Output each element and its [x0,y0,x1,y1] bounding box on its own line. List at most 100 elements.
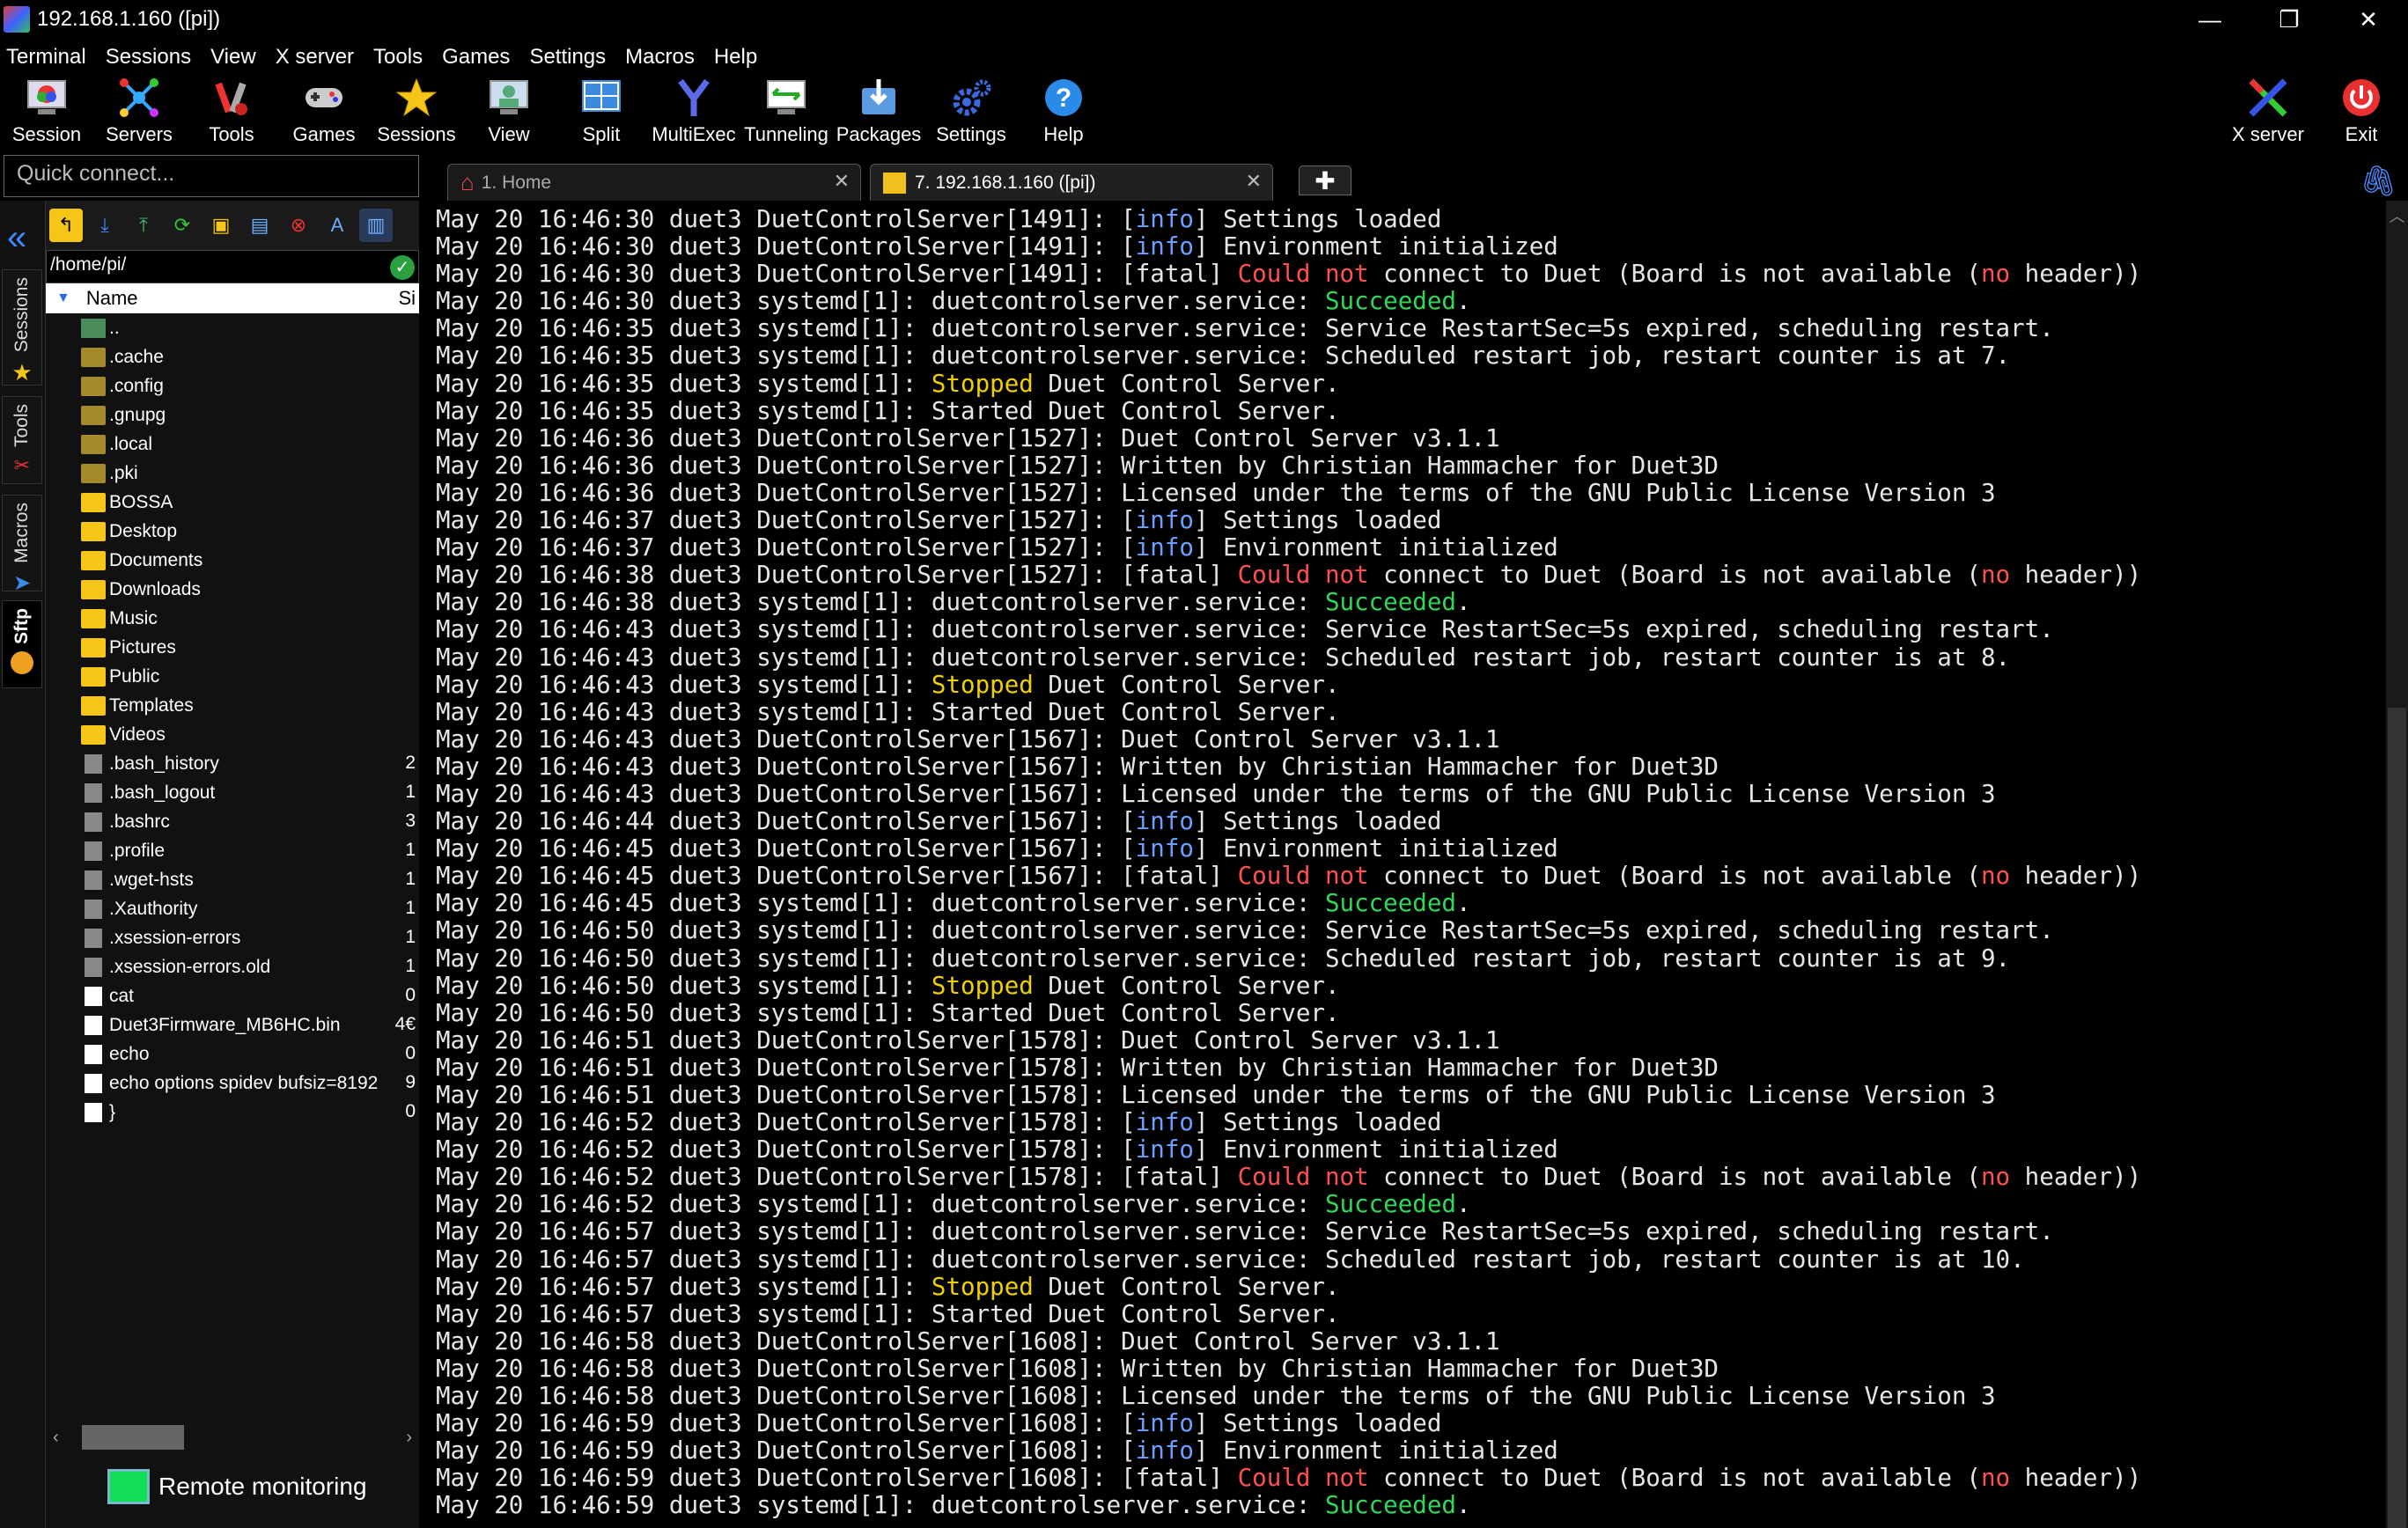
file-list-hscrollbar[interactable]: ‹ › [53,1424,412,1451]
scroll-up-icon[interactable]: ︿ [2386,204,2408,227]
file-row[interactable]: Duet3Firmware_MB6HC.bin 4€ [46,1010,419,1039]
multiexec-button[interactable]: MultiExec [650,76,738,151]
folder-icon [81,724,106,745]
file-row[interactable]: .gnupg [46,400,419,430]
tools-button[interactable]: Tools [188,76,276,151]
file-row[interactable]: .xsession-errors 1 [46,923,419,952]
file-row[interactable]: .bashrc 3 [46,807,419,836]
help-button[interactable]: ? Help [1020,76,1108,151]
file-row[interactable]: .local [46,430,419,459]
session-button[interactable]: Session [3,76,91,151]
file-row[interactable]: .xsession-errors.old 1 [46,952,419,981]
file-row[interactable]: Documents [46,546,419,575]
file-row[interactable]: Desktop [46,517,419,546]
terminal-segment: info [1135,205,1194,233]
file-row[interactable]: .pki [46,459,419,488]
hscroll-thumb[interactable] [81,1425,184,1450]
menu-xserver[interactable]: X server [269,45,360,70]
file-icon [85,899,102,919]
view-mode-icon[interactable]: ▥ [359,209,393,242]
download-icon[interactable]: ⤓ [88,209,122,242]
remote-monitoring-button[interactable]: Remote monitoring [107,1465,367,1509]
split-button[interactable]: Split [557,76,645,151]
file-row[interactable]: Public [46,662,419,691]
minimize-button[interactable]: — [2170,0,2250,39]
file-row[interactable]: echo options spidev bufsiz=8192 9 [46,1069,419,1098]
folder-icon [81,463,106,483]
scroll-left-icon[interactable]: ‹ [53,1428,59,1448]
scroll-right-icon[interactable]: › [406,1428,412,1448]
file-row[interactable]: Music [46,604,419,633]
delete-icon[interactable]: ⊗ [282,209,315,242]
file-row[interactable]: .config [46,371,419,400]
sftp-path-field[interactable]: /home/pi/ ✓ [46,250,419,283]
column-size[interactable]: Si [398,287,416,310]
file-row[interactable]: .Xauthority 1 [46,894,419,923]
terminal-scroll-thumb[interactable] [2388,708,2406,1528]
menu-view[interactable]: View [204,45,262,70]
terminal-scrollbar[interactable]: ︿ [2386,201,2408,1528]
parent-folder-icon[interactable]: ↰ [49,209,83,242]
paperclip-icon[interactable]: 🖇 [2360,164,2397,199]
column-name[interactable]: Name [86,287,138,310]
terminal-segment: May 20 16:46:30 duet3 DuetControlServer[… [436,260,1238,289]
packages-button[interactable]: Packages [835,76,923,151]
exit-button[interactable]: Exit [2317,76,2405,151]
menu-settings[interactable]: Settings [523,45,612,70]
side-tab-macros[interactable]: Macros ➤ [2,495,42,595]
file-row[interactable]: .cache [46,342,419,371]
menu-help[interactable]: Help [708,45,763,70]
file-row[interactable]: Downloads [46,575,419,604]
side-tab-sftp[interactable]: Sftp [2,600,42,688]
tunneling-button[interactable]: Tunneling [742,76,830,151]
file-row[interactable]: .bash_logout 1 [46,778,419,807]
restore-button[interactable]: ❐ [2250,0,2329,39]
menu-sessions[interactable]: Sessions [99,45,197,70]
tab-ssh-session[interactable]: 7. 192.168.1.160 ([pi]) ✕ [870,164,1273,201]
file-row[interactable]: } 0 [46,1098,419,1127]
new-folder-icon[interactable]: ▣ [204,209,238,242]
side-tab-sessions[interactable]: Sessions ★ [2,269,42,386]
tab-home-close-icon[interactable]: ✕ [834,170,850,193]
terminal-segment: ] Environment initialized [1193,834,1558,863]
terminal-segment: Succeeded [1324,287,1456,316]
close-button[interactable]: ✕ [2329,0,2408,39]
view-button[interactable]: View [465,76,553,151]
file-row[interactable]: Templates [46,691,419,720]
file-row[interactable]: .wget-hsts 1 [46,865,419,894]
xserver-button[interactable]: X server [2224,76,2312,151]
menu-games[interactable]: Games [436,45,516,70]
menu-terminal[interactable]: Terminal [0,45,92,70]
path-confirm-icon[interactable]: ✓ [390,255,415,280]
servers-button[interactable]: Servers [95,76,183,151]
new-file-icon[interactable]: ▤ [243,209,276,242]
rename-icon[interactable]: A [320,209,354,242]
file-row[interactable]: BOSSA [46,488,419,517]
file-row[interactable]: Pictures [46,633,419,662]
file-row[interactable]: Videos [46,720,419,749]
terminal-segment: no [1981,1464,2011,1493]
refresh-icon[interactable]: ⟳ [166,209,199,242]
terminal-segment: info [1135,1135,1194,1164]
sessions-button[interactable]: Sessions [372,76,460,151]
file-row[interactable]: echo 0 [46,1039,419,1069]
side-tab-tools[interactable]: Tools ✂ [2,396,42,484]
new-tab-button[interactable]: ✚ [1299,165,1351,195]
menu-macros[interactable]: Macros [619,45,701,70]
terminal-segment: Duet Control Server. [1033,369,1340,398]
file-row[interactable]: .. [46,313,419,342]
quick-connect-input[interactable]: Quick connect... [4,155,419,197]
terminal-output[interactable]: May 20 16:46:30 duet3 DuetControlServer[… [423,201,2386,1528]
games-button[interactable]: Games [280,76,368,151]
tab-home[interactable]: ⌂ 1. Home ✕ [447,164,861,201]
file-row[interactable]: cat 0 [46,981,419,1010]
file-size: 1 [405,869,416,889]
menu-tools[interactable]: Tools [367,45,429,70]
terminal-line: May 20 16:46:51 duet3 DuetControlServer[… [436,1026,2386,1054]
file-row[interactable]: .profile 1 [46,836,419,865]
collapse-panel-icon[interactable]: « [7,218,26,258]
file-row[interactable]: .bash_history 2 [46,749,419,778]
settings-button[interactable]: Settings [927,76,1015,151]
upload-icon[interactable]: ⤒ [127,209,160,242]
tab-ssh-close-icon[interactable]: ✕ [1246,170,1262,193]
